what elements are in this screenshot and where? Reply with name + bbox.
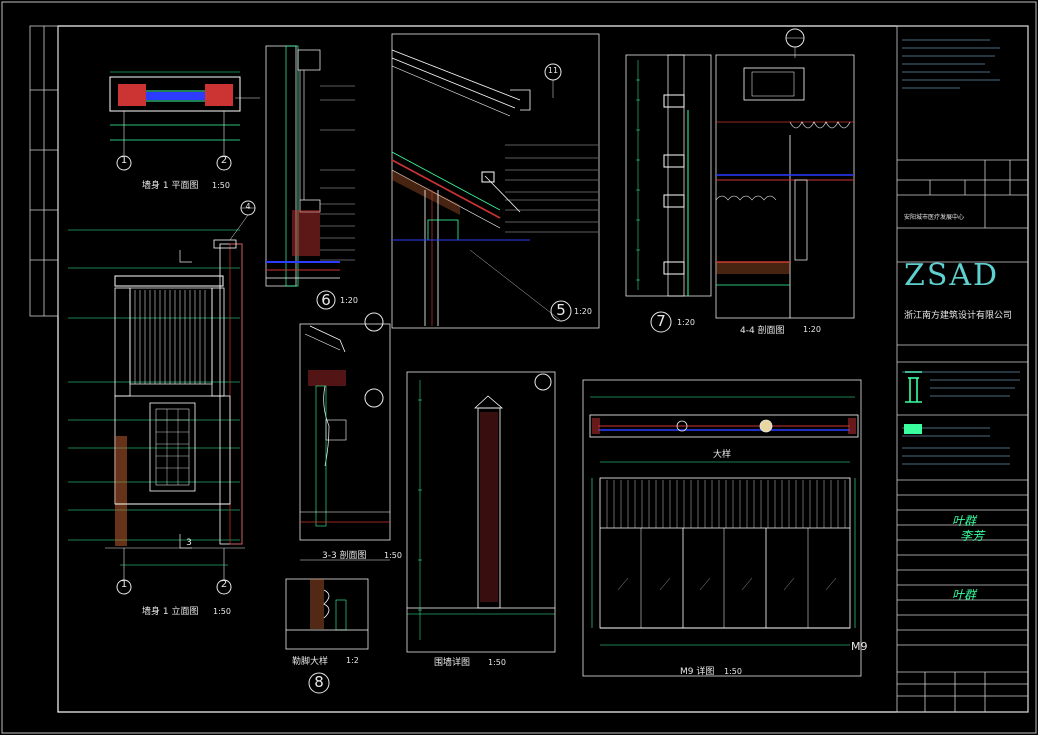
wall-1-elevation-scale: 1:50 bbox=[213, 607, 231, 616]
section-4-4-title: 4-4 剖面图 bbox=[740, 326, 785, 336]
section-3-3-title: 3-3 剖面图 bbox=[322, 551, 367, 561]
binding-strip bbox=[29, 25, 59, 317]
axis-bubble-2-elev: 2 bbox=[220, 579, 228, 590]
detail-8-scale: 1:2 bbox=[346, 656, 359, 665]
title-block-notes bbox=[902, 39, 1020, 465]
detail-8-title: 勒脚大样 bbox=[292, 657, 329, 667]
project-name: 安阳城市医疗发展中心 bbox=[904, 214, 965, 221]
section-3-3 bbox=[299, 312, 391, 561]
callout-bubble-5: 5 bbox=[556, 301, 566, 319]
certificate-seal bbox=[905, 371, 922, 403]
wall-1-elevation-title: 墙身 1 立面图 bbox=[142, 607, 199, 617]
callout-bubble-11: 11 bbox=[547, 66, 559, 75]
section-3-3-scale: 1:50 bbox=[384, 551, 402, 560]
m9-detail-title: M9 详图 bbox=[680, 667, 715, 677]
signature-3: 叶群 bbox=[952, 588, 977, 602]
section-4-4-scale: 1:20 bbox=[803, 325, 821, 334]
cad-drawing-sheet bbox=[1, 1, 1037, 734]
inner-frame bbox=[57, 25, 1029, 713]
firm-logo: ZSAD bbox=[904, 258, 1000, 293]
m9-detail-scale: 1:50 bbox=[724, 667, 742, 676]
detail-6 bbox=[265, 45, 355, 310]
callout-bubble-4: 4 bbox=[245, 202, 251, 211]
wall-1-plan-title: 墙身 1 平面图 bbox=[142, 181, 199, 191]
qr-block bbox=[904, 424, 922, 434]
wall-1-elevation bbox=[68, 200, 256, 595]
detail-6-scale: 1:20 bbox=[340, 296, 358, 305]
signature-2: 李芳 bbox=[960, 529, 985, 543]
m9-section-label: 大样 bbox=[713, 450, 732, 460]
wall-detail-scale: 1:50 bbox=[488, 658, 506, 667]
wall-detail bbox=[406, 371, 556, 653]
outer-border bbox=[1, 1, 1037, 734]
axis-bubble-1-plan: 1 bbox=[120, 155, 128, 166]
section-4-4 bbox=[715, 28, 855, 319]
callout-bubble-7: 7 bbox=[656, 312, 666, 330]
wall-1-plan-scale: 1:50 bbox=[212, 181, 230, 190]
axis-bubble-2-plan: 2 bbox=[220, 155, 228, 166]
title-block bbox=[896, 25, 1029, 713]
firm-name: 浙江南方建筑设计有限公司 bbox=[904, 311, 1013, 321]
m9-detail bbox=[582, 379, 862, 677]
callout-bubble-3: 3 bbox=[186, 538, 192, 548]
wall-detail-title: 围墙详图 bbox=[434, 658, 471, 668]
callout-bubble-8: 8 bbox=[314, 673, 324, 691]
m9-tag: M9 bbox=[851, 640, 868, 653]
detail-7-scale: 1:20 bbox=[677, 318, 695, 327]
axis-bubble-1-elev: 1 bbox=[120, 579, 128, 590]
callout-bubble-6: 6 bbox=[321, 291, 331, 309]
detail-5 bbox=[391, 33, 600, 329]
detail-5-scale: 1:20 bbox=[574, 307, 592, 316]
detail-7 bbox=[625, 54, 712, 333]
